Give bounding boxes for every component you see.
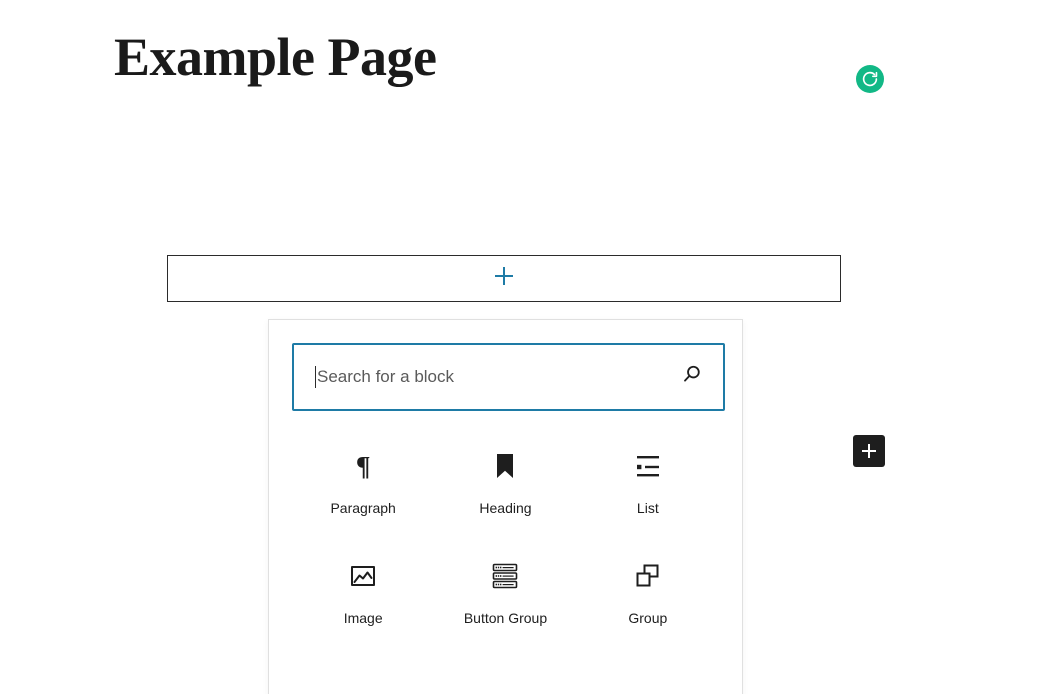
block-item-label: List xyxy=(636,500,659,516)
page-title: Example Page xyxy=(114,27,437,87)
heading-icon xyxy=(488,449,522,483)
list-icon xyxy=(631,449,665,483)
block-item-button-group[interactable]: Button Group xyxy=(434,559,576,627)
plus-icon xyxy=(860,442,878,460)
block-item-label: Group xyxy=(628,609,668,626)
button-group-icon xyxy=(488,559,522,593)
block-item-paragraph[interactable]: ¶ Paragraph xyxy=(292,449,434,517)
block-item-label: Button Group xyxy=(463,609,548,626)
block-item-label: Heading xyxy=(479,500,532,516)
block-item-label: Paragraph xyxy=(330,500,396,516)
text-caret xyxy=(315,366,316,388)
search-field[interactable] xyxy=(292,343,725,411)
search-icon xyxy=(680,363,703,391)
block-item-image[interactable]: Image xyxy=(292,559,434,627)
floating-add-block-button[interactable] xyxy=(853,435,885,467)
plus-icon xyxy=(493,265,515,292)
group-icon xyxy=(631,559,665,593)
block-inserter-popover: ¶ Paragraph Heading List xyxy=(268,319,743,694)
block-type-grid: ¶ Paragraph Heading List Image Button Gr… xyxy=(292,449,719,627)
block-item-group[interactable]: Group xyxy=(577,559,719,627)
block-item-list[interactable]: List xyxy=(577,449,719,517)
search-input[interactable] xyxy=(317,345,672,409)
block-item-label: Image xyxy=(343,609,383,626)
reload-badge[interactable] xyxy=(856,65,884,93)
paragraph-icon: ¶ xyxy=(355,450,371,481)
block-appender-bar[interactable] xyxy=(167,255,841,302)
image-icon xyxy=(346,559,380,593)
block-item-heading[interactable]: Heading xyxy=(434,449,576,517)
reload-icon xyxy=(861,70,879,88)
